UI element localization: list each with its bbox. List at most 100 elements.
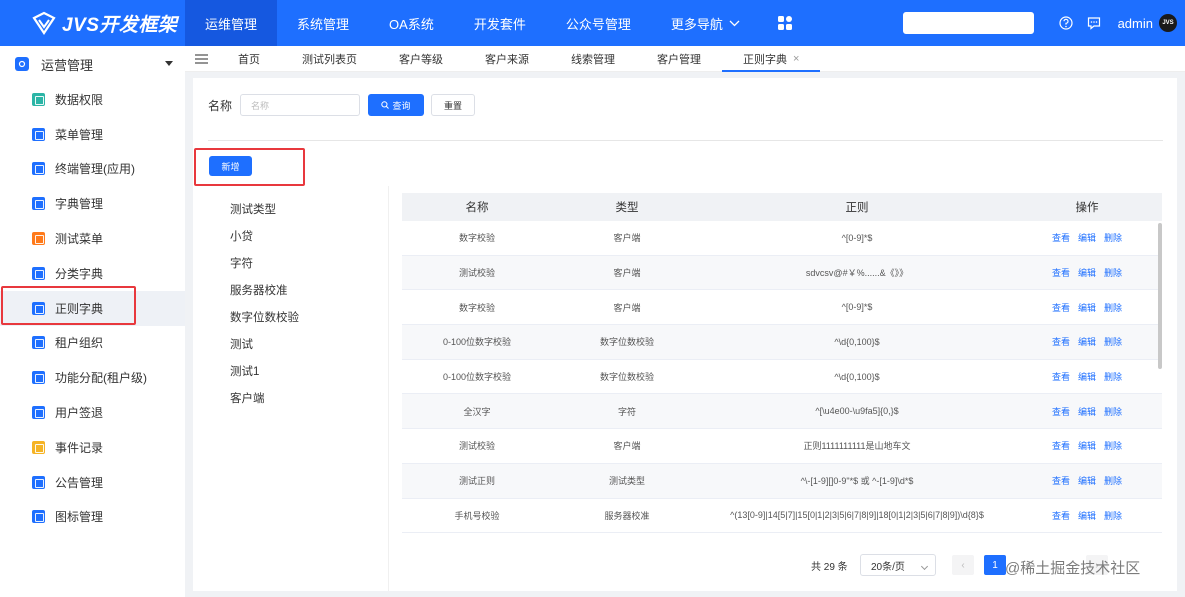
sidebar-item-label: 数据权限 <box>55 92 104 107</box>
delete-link[interactable]: 删除 <box>1104 231 1122 244</box>
nav-item-ops[interactable]: 运维管理 <box>185 0 278 46</box>
delete-link[interactable]: 删除 <box>1104 301 1122 314</box>
delete-link[interactable]: 删除 <box>1104 474 1122 487</box>
header-right: admin JVS <box>902 0 1185 46</box>
delete-link[interactable]: 删除 <box>1104 370 1122 383</box>
search-input[interactable]: 名称 <box>240 94 360 116</box>
app-grid-button[interactable] <box>760 0 810 46</box>
tab[interactable]: 测试列表页 <box>281 46 378 72</box>
avatar[interactable]: JVS <box>1159 14 1177 32</box>
edit-link[interactable]: 编辑 <box>1078 335 1096 348</box>
cell-actions: 查看 编辑 删除 <box>1012 266 1162 279</box>
view-link[interactable]: 查看 <box>1052 439 1070 452</box>
delete-link[interactable]: 删除 <box>1104 509 1122 522</box>
view-link[interactable]: 查看 <box>1052 266 1070 279</box>
table-row: 测试校验 客户端 正则1111111111是山地车文 查看 编辑 删除 <box>402 429 1162 464</box>
edit-link[interactable]: 编辑 <box>1078 439 1096 452</box>
edit-link[interactable]: 编辑 <box>1078 370 1096 383</box>
tab-label: 客户管理 <box>657 53 701 66</box>
logo[interactable]: JVS开发框架 <box>0 0 185 46</box>
tab-label: 正则字典 <box>743 53 787 66</box>
delete-link[interactable]: 删除 <box>1104 335 1122 348</box>
edit-link[interactable]: 编辑 <box>1078 301 1096 314</box>
cell-regex: ^(13[0-9]|14[5|7]|15[0|1|2|3|5|6|7|8|9]|… <box>730 510 984 521</box>
sidebar-item[interactable]: 用户签退 <box>0 395 185 430</box>
view-link[interactable]: 查看 <box>1052 335 1070 348</box>
edit-link[interactable]: 编辑 <box>1078 509 1096 522</box>
sidebar-item[interactable]: 公告管理 <box>0 465 185 500</box>
nav-item-oa[interactable]: OA系统 <box>369 0 454 46</box>
help-button[interactable] <box>1052 16 1080 30</box>
sidebar-item[interactable]: 租户组织 <box>0 326 185 361</box>
sidebar-item[interactable]: 字典管理 <box>0 186 185 221</box>
sidebar-item[interactable]: 事件记录 <box>0 430 185 465</box>
tab[interactable]: 客户来源 <box>464 46 550 72</box>
sidebar-item[interactable]: 菜单管理 <box>0 117 185 152</box>
view-link[interactable]: 查看 <box>1052 370 1070 383</box>
view-link[interactable]: 查看 <box>1052 405 1070 418</box>
edit-link[interactable]: 编辑 <box>1078 405 1096 418</box>
cell-name: 全汉字 <box>463 406 491 417</box>
tab[interactable]: 正则字典 × <box>722 46 821 72</box>
reset-button[interactable]: 重置 <box>431 94 475 116</box>
edit-link[interactable]: 编辑 <box>1078 231 1096 244</box>
close-icon[interactable]: × <box>793 53 799 65</box>
cell-name: 手机号校验 <box>454 510 500 521</box>
header-search-input[interactable] <box>902 12 1034 34</box>
type-list-item[interactable]: 小贷 <box>230 228 253 244</box>
type-list-item[interactable]: 字符 <box>230 255 253 271</box>
sidebar-item[interactable]: 数据权限 <box>0 82 185 117</box>
sidebar-group-ops[interactable]: 运营管理 <box>0 46 185 82</box>
tab[interactable]: 线索管理 <box>550 46 636 72</box>
delete-link[interactable]: 删除 <box>1104 439 1122 452</box>
delete-link[interactable]: 删除 <box>1104 405 1122 418</box>
tab[interactable]: 客户等级 <box>378 46 464 72</box>
type-list-item[interactable]: 测试1 <box>230 363 259 379</box>
type-list-item[interactable]: 客户端 <box>230 390 265 406</box>
cell-name: 测试正则 <box>458 476 495 487</box>
type-list-item[interactable]: 测试 <box>230 336 253 352</box>
view-link[interactable]: 查看 <box>1052 301 1070 314</box>
search-icon <box>381 101 390 109</box>
message-button[interactable] <box>1080 16 1108 30</box>
nav-item-system[interactable]: 系统管理 <box>277 0 369 46</box>
column-header-regex: 正则 <box>845 202 869 214</box>
cell-type: 数字位数校验 <box>599 337 654 348</box>
cell-name: 0-100位数字校验 <box>442 337 512 348</box>
page-size-select[interactable]: 20条/页 <box>860 554 936 576</box>
sidebar-item[interactable]: 测试菜单 <box>0 221 185 256</box>
tab[interactable]: 客户管理 <box>636 46 722 72</box>
prev-page-button[interactable]: ‹ <box>952 555 974 575</box>
view-link[interactable]: 查看 <box>1052 509 1070 522</box>
sidebar-item[interactable]: 图标管理 <box>0 500 185 535</box>
query-button[interactable]: 查询 <box>368 94 424 116</box>
view-link[interactable]: 查看 <box>1052 474 1070 487</box>
chevron-down-icon <box>920 562 929 571</box>
edit-link[interactable]: 编辑 <box>1078 266 1096 279</box>
table-row: 测试正则 测试类型 ^\-[1-9][]0-9"*$ 或 ^-[1-9]\d*$ 查看… <box>402 463 1162 499</box>
cell-actions: 查看 编辑 删除 <box>1012 335 1162 348</box>
chevron-down-icon <box>729 20 740 26</box>
delete-link[interactable]: 删除 <box>1104 266 1122 279</box>
logo-text: JVS开发框架 <box>62 14 178 36</box>
type-list-item[interactable]: 测试类型 <box>230 201 276 217</box>
nav-item-wechat[interactable]: 公众号管理 <box>546 0 651 46</box>
cell-type: 数字位数校验 <box>599 372 654 383</box>
nav-item-devkit[interactable]: 开发套件 <box>454 0 546 46</box>
tab[interactable]: 首页 <box>217 46 281 72</box>
table-row: 数字校验 客户端 ^[0-9]*$ 查看 编辑 删除 <box>402 221 1162 256</box>
view-link[interactable]: 查看 <box>1052 231 1070 244</box>
tab-label: 客户等级 <box>399 53 443 66</box>
page-number-current[interactable]: 1 <box>984 555 1006 575</box>
nav-item-more[interactable]: 更多导航 <box>651 0 760 46</box>
sidebar-item[interactable]: 功能分配(租户级) <box>0 360 185 395</box>
table-scrollbar[interactable] <box>1158 223 1162 369</box>
menu-toggle-button[interactable] <box>185 53 217 64</box>
user-name[interactable]: admin <box>1118 16 1153 31</box>
logo-icon <box>32 11 56 35</box>
type-list-item[interactable]: 服务器校准 <box>230 282 288 298</box>
table-header: 名称 类型 正则 操作 <box>402 193 1162 221</box>
edit-link[interactable]: 编辑 <box>1078 474 1096 487</box>
sidebar-item[interactable]: 终端管理(应用) <box>0 152 185 187</box>
type-list-item[interactable]: 数字位数校验 <box>230 309 299 325</box>
